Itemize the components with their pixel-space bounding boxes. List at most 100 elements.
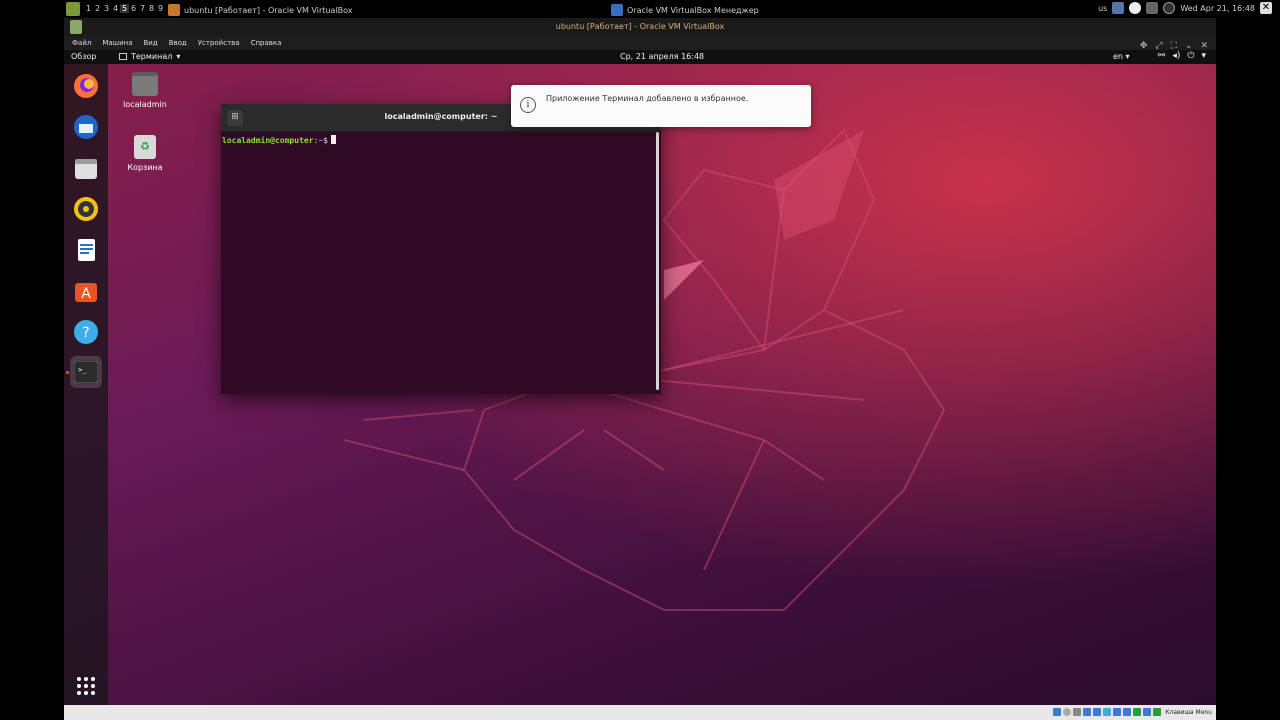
shared-folder-icon[interactable] — [1103, 708, 1112, 716]
host-taskbar: 123456789 ubuntu [Работает] - Oracle VM … — [0, 0, 1280, 18]
dock-files[interactable] — [70, 152, 102, 184]
writer-icon — [78, 239, 95, 261]
workspace-1[interactable]: 1 — [84, 4, 93, 13]
menu-devices[interactable]: Устройства — [198, 39, 240, 47]
obs-icon[interactable] — [1163, 2, 1176, 14]
dock-firefox[interactable] — [70, 70, 102, 102]
dock-terminal[interactable]: >_ — [70, 356, 102, 388]
host-key-label: Клавиша Menu — [1165, 708, 1212, 716]
svg-text:A: A — [81, 286, 91, 302]
rhythmbox-icon — [74, 197, 98, 221]
arrow-icon[interactable] — [1153, 708, 1162, 716]
menu-input[interactable]: Ввод — [169, 39, 187, 47]
workspace-3[interactable]: 3 — [102, 4, 111, 13]
app-menu[interactable]: Терминал ▾ — [119, 52, 180, 61]
trash-icon: ♻ — [134, 135, 156, 159]
virtualbox-manager-icon — [611, 4, 623, 16]
download-icon[interactable] — [1146, 2, 1159, 14]
terminal-scrollbar[interactable] — [656, 132, 659, 390]
running-indicator — [66, 371, 69, 374]
accessibility-icon[interactable] — [1129, 2, 1142, 14]
dock-help[interactable]: ? — [70, 316, 102, 348]
gnome-top-bar: Обзор Терминал ▾ Ср, 21 апреля 16:48 en … — [64, 50, 1216, 64]
host-app-icon[interactable] — [66, 2, 80, 16]
terminal-window[interactable]: ⊞ localadmin@computer: ~ localadmin@comp… — [221, 104, 661, 394]
vm-title-text: ubuntu [Работает] - Oracle VM VirtualBox — [555, 22, 725, 31]
workspace-2[interactable]: 2 — [93, 4, 102, 13]
desktop-home-folder[interactable]: localadmin — [115, 72, 175, 109]
host-left-strip — [0, 18, 64, 720]
guest-desktop: Обзор Терминал ▾ Ср, 21 апреля 16:48 en … — [64, 50, 1216, 705]
dock: A ? >_ — [64, 64, 108, 705]
menu-help[interactable]: Справка — [251, 39, 282, 47]
show-applications-button[interactable] — [70, 670, 102, 702]
volume-icon: ◂) — [1172, 51, 1181, 61]
network-icon[interactable] — [1112, 2, 1125, 14]
network-icon: ⚯ — [1157, 51, 1166, 61]
mouse-integration-icon[interactable] — [1143, 708, 1152, 716]
workspace-9[interactable]: 9 — [156, 4, 165, 13]
svg-text:>_: >_ — [78, 366, 87, 374]
vm-app-icon — [70, 20, 82, 34]
notification-text: Приложение Терминал добавлено в избранно… — [546, 94, 749, 103]
close-icon[interactable]: ✕ — [1260, 2, 1272, 14]
network-adapter-icon[interactable] — [1083, 708, 1092, 716]
optical-drive-icon[interactable] — [1063, 708, 1072, 716]
host-task-manager-label: Oracle VM VirtualBox Менеджер — [627, 5, 759, 15]
workspace-switcher[interactable]: 123456789 — [84, 4, 165, 13]
activities-button[interactable]: Обзор — [71, 52, 96, 61]
input-language[interactable]: en ▾ — [1113, 52, 1130, 61]
terminal-icon: >_ — [74, 361, 98, 383]
host-task-manager[interactable]: Oracle VM VirtualBox Менеджер — [611, 4, 759, 16]
workspace-8[interactable]: 8 — [147, 4, 156, 13]
desktop-trash[interactable]: ♻ Корзина — [115, 135, 175, 172]
lang-label: en — [1113, 52, 1123, 61]
workspace-7[interactable]: 7 — [138, 4, 147, 13]
home-folder-label: localadmin — [123, 100, 167, 109]
chevron-down-icon: ▾ — [176, 52, 181, 61]
workspace-5[interactable]: 5 — [120, 4, 129, 13]
svg-text:?: ? — [82, 325, 89, 341]
app-menu-label: Терминал — [131, 52, 173, 61]
display-icon[interactable] — [1113, 708, 1122, 716]
usb-icon[interactable] — [1093, 708, 1102, 716]
dock-writer[interactable] — [70, 234, 102, 266]
cpu-icon[interactable] — [1133, 708, 1142, 716]
system-menu[interactable]: ⚯ ◂) ⏻ ▾ — [1158, 51, 1206, 61]
prompt-user: localadmin@computer — [222, 136, 314, 145]
virtualbox-vm-icon — [168, 4, 180, 16]
recording-icon[interactable] — [1123, 708, 1132, 716]
dock-thunderbird[interactable] — [70, 111, 102, 143]
menu-view[interactable]: Вид — [144, 39, 158, 47]
workspace-6[interactable]: 6 — [129, 4, 138, 13]
hdd-icon[interactable] — [1053, 708, 1062, 716]
notification-banner[interactable]: i Приложение Терминал добавлено в избран… — [511, 85, 811, 127]
help-icon: ? — [74, 320, 98, 344]
thunderbird-icon — [74, 115, 98, 139]
host-datetime: Wed Apr 21, 16:48 — [1180, 3, 1255, 13]
chevron-down-icon: ▾ — [1201, 51, 1206, 61]
menu-machine[interactable]: Машина — [102, 39, 132, 47]
host-task-vm[interactable]: ubuntu [Работает] - Oracle VM VirtualBox — [168, 4, 352, 16]
clock[interactable]: Ср, 21 апреля 16:48 — [620, 52, 704, 61]
virtualbox-window: ubuntu [Работает] - Oracle VM VirtualBox… — [64, 18, 1216, 720]
keyboard-layout[interactable]: us — [1098, 4, 1107, 13]
prompt-end: $ — [323, 136, 328, 145]
terminal-small-icon — [119, 53, 127, 60]
vm-statusbar: Клавиша Menu — [64, 705, 1216, 720]
firefox-icon — [74, 74, 98, 98]
terminal-content[interactable]: localadmin@computer:~$ — [221, 132, 655, 394]
workspace-4[interactable]: 4 — [111, 4, 120, 13]
dock-rhythmbox[interactable] — [70, 193, 102, 225]
power-icon: ⏻ — [1187, 51, 1195, 61]
vm-menubar: Файл Машина Вид Ввод Устройства Справка — [64, 36, 1216, 50]
home-folder-icon — [132, 72, 158, 96]
menu-file[interactable]: Файл — [72, 39, 91, 47]
dock-software[interactable]: A — [70, 275, 102, 307]
info-icon: i — [520, 97, 536, 113]
vm-titlebar[interactable]: ubuntu [Работает] - Oracle VM VirtualBox — [64, 18, 1216, 36]
audio-icon[interactable] — [1073, 708, 1082, 716]
host-right-strip — [1216, 18, 1280, 720]
trash-label: Корзина — [127, 163, 163, 172]
vm-status-icons: Клавиша Menu — [1053, 708, 1212, 716]
